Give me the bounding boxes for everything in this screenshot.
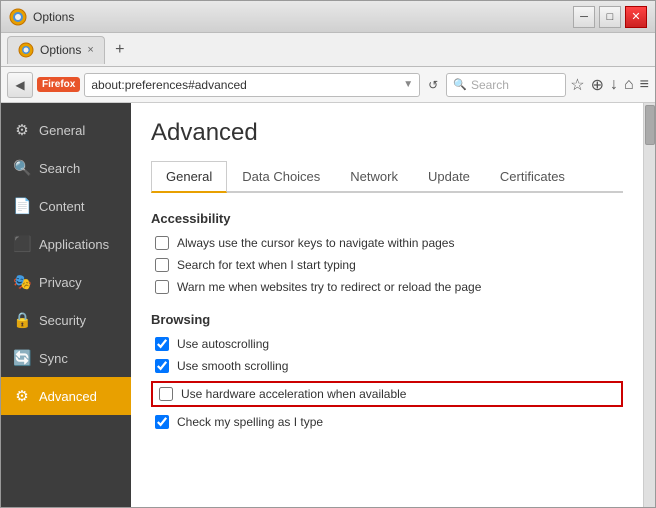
- list-item: Always use the cursor keys to navigate w…: [151, 236, 623, 250]
- tab-close-button[interactable]: ×: [87, 44, 93, 56]
- hardware-acceleration-row: Use hardware acceleration when available: [151, 381, 623, 407]
- sidebar-item-advanced[interactable]: ⚙ Advanced: [1, 377, 131, 415]
- sidebar-label-applications: Applications: [39, 237, 109, 252]
- sidebar-item-search[interactable]: 🔍 Search: [1, 149, 131, 187]
- sidebar-item-security[interactable]: 🔒 Security: [1, 301, 131, 339]
- content-icon: 📄: [13, 197, 31, 215]
- search-typing-label: Search for text when I start typing: [177, 258, 356, 272]
- page-title: Advanced: [151, 119, 623, 147]
- search-placeholder: Search: [471, 78, 509, 92]
- applications-icon: ⬛: [13, 235, 31, 253]
- sidebar-label-sync: Sync: [39, 351, 68, 366]
- sidebar-item-privacy[interactable]: 🎭 Privacy: [1, 263, 131, 301]
- tab-label: Options: [40, 43, 81, 57]
- bookmark-icon[interactable]: ☆: [570, 75, 584, 95]
- minimize-button[interactable]: ─: [573, 6, 595, 28]
- url-text: about:preferences#advanced: [91, 78, 399, 92]
- warn-redirect-checkbox[interactable]: [155, 280, 169, 294]
- browser-tab[interactable]: Options ×: [7, 36, 105, 64]
- search-icon: 🔍: [13, 159, 31, 177]
- security-icon: 🔒: [13, 311, 31, 329]
- sync-icon: 🔄: [13, 349, 31, 367]
- sidebar-label-content: Content: [39, 199, 85, 214]
- sidebar-item-content[interactable]: 📄 Content: [1, 187, 131, 225]
- home-icon[interactable]: ⌂: [624, 76, 634, 94]
- spell-check-checkbox[interactable]: [155, 415, 169, 429]
- list-item: Use smooth scrolling: [151, 359, 623, 373]
- smooth-scrolling-checkbox[interactable]: [155, 359, 169, 373]
- back-button[interactable]: ◀: [7, 72, 33, 98]
- sidebar-label-general: General: [39, 123, 85, 138]
- sidebar-item-sync[interactable]: 🔄 Sync: [1, 339, 131, 377]
- list-item: Search for text when I start typing: [151, 258, 623, 272]
- content-area: Advanced General Data Choices Network Up…: [131, 103, 643, 507]
- sidebar-label-search: Search: [39, 161, 80, 176]
- url-bar[interactable]: about:preferences#advanced ▼: [84, 73, 420, 97]
- download-icon[interactable]: ↓: [610, 76, 618, 94]
- close-button[interactable]: ✕: [625, 6, 647, 28]
- advanced-icon: ⚙: [13, 387, 31, 405]
- tab-bar: Options × +: [1, 33, 655, 67]
- main-area: ⚙ General 🔍 Search 📄 Content ⬛ Applicati…: [1, 103, 655, 507]
- toolbar-icons: ☆ ⊕ ↓ ⌂ ≡: [570, 75, 649, 95]
- sub-tab-bar: General Data Choices Network Update Cert…: [151, 161, 623, 193]
- spell-check-label: Check my spelling as I type: [177, 415, 323, 429]
- window-controls: ─ □ ✕: [573, 6, 647, 28]
- sidebar: ⚙ General 🔍 Search 📄 Content ⬛ Applicati…: [1, 103, 131, 507]
- general-icon: ⚙: [13, 121, 31, 139]
- tab-data-choices[interactable]: Data Choices: [227, 161, 335, 193]
- browsing-title: Browsing: [151, 312, 623, 327]
- maximize-button[interactable]: □: [599, 6, 621, 28]
- sidebar-item-general[interactable]: ⚙ General: [1, 111, 131, 149]
- title-bar: Options ─ □ ✕: [1, 1, 655, 33]
- smooth-scrolling-label: Use smooth scrolling: [177, 359, 288, 373]
- cursor-keys-label: Always use the cursor keys to navigate w…: [177, 236, 454, 250]
- scroll-thumb[interactable]: [645, 105, 655, 145]
- search-bar[interactable]: 🔍 Search: [446, 73, 566, 97]
- refresh-button[interactable]: ↺: [424, 78, 442, 92]
- scrollbar[interactable]: [643, 103, 655, 507]
- search-icon: 🔍: [453, 78, 467, 91]
- app-icon: [9, 8, 27, 26]
- sidebar-label-privacy: Privacy: [39, 275, 82, 290]
- menu-icon[interactable]: ≡: [640, 76, 649, 94]
- browser-window: Options ─ □ ✕ Options × + ◀ Firefox abou…: [0, 0, 656, 508]
- sidebar-label-advanced: Advanced: [39, 389, 97, 404]
- browsing-section: Browsing Use autoscrolling Use smooth sc…: [151, 312, 623, 429]
- lock-icon[interactable]: ⊕: [591, 75, 604, 95]
- firefox-badge: Firefox: [37, 77, 80, 92]
- hardware-accel-label: Use hardware acceleration when available: [181, 387, 406, 401]
- list-item: Check my spelling as I type: [151, 415, 623, 429]
- search-typing-checkbox[interactable]: [155, 258, 169, 272]
- cursor-keys-checkbox[interactable]: [155, 236, 169, 250]
- address-bar: ◀ Firefox about:preferences#advanced ▼ ↺…: [1, 67, 655, 103]
- sidebar-label-security: Security: [39, 313, 86, 328]
- list-item: Use autoscrolling: [151, 337, 623, 351]
- hardware-accel-checkbox[interactable]: [159, 387, 173, 401]
- accessibility-section: Accessibility Always use the cursor keys…: [151, 211, 623, 294]
- sidebar-item-applications[interactable]: ⬛ Applications: [1, 225, 131, 263]
- autoscrolling-label: Use autoscrolling: [177, 337, 269, 351]
- url-dropdown-icon[interactable]: ▼: [403, 79, 413, 90]
- tab-certificates[interactable]: Certificates: [485, 161, 580, 193]
- accessibility-title: Accessibility: [151, 211, 623, 226]
- tab-icon: [18, 42, 34, 58]
- tab-update[interactable]: Update: [413, 161, 485, 193]
- window-title: Options: [33, 10, 573, 24]
- new-tab-button[interactable]: +: [109, 39, 131, 61]
- tab-network[interactable]: Network: [335, 161, 413, 193]
- list-item: Warn me when websites try to redirect or…: [151, 280, 623, 294]
- privacy-icon: 🎭: [13, 273, 31, 291]
- tab-general[interactable]: General: [151, 161, 227, 193]
- warn-redirect-label: Warn me when websites try to redirect or…: [177, 280, 481, 294]
- autoscrolling-checkbox[interactable]: [155, 337, 169, 351]
